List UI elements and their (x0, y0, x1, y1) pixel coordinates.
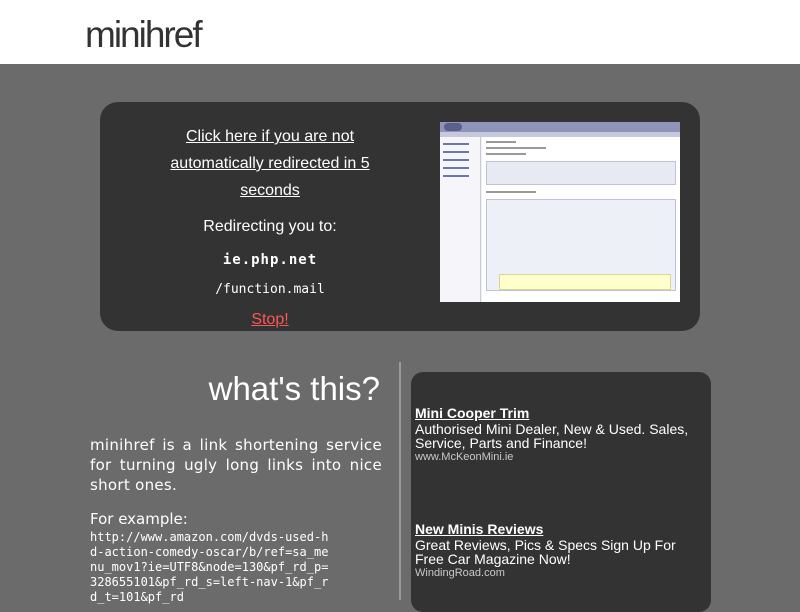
preview-sidebar (440, 137, 481, 302)
ad-text: Great Reviews, Pics & Specs Sign Up For … (415, 537, 676, 567)
column-divider (399, 362, 401, 600)
about-title: what's this? (208, 370, 380, 407)
target-path: /function.mail (215, 282, 325, 297)
ad-text: Authorised Mini Dealer, New & Used. Sale… (415, 421, 689, 451)
redirecting-label: Redirecting you to: (203, 218, 337, 235)
header: minihref (0, 0, 800, 64)
redirect-info: Click here if you are not automatically … (140, 123, 400, 329)
ad-title-link[interactable]: New Minis Reviews (415, 521, 705, 537)
stop-redirect-link[interactable]: Stop! (140, 311, 400, 329)
destination-preview-thumbnail[interactable] (440, 122, 680, 302)
preview-topbar (440, 122, 680, 132)
ad-url[interactable]: www.McKeonMini.ie (415, 451, 705, 463)
php-logo-icon (444, 123, 462, 131)
ad-title-link[interactable]: Mini Cooper Trim (415, 405, 705, 421)
manual-redirect-link[interactable]: Click here if you are not automatically … (140, 123, 400, 204)
ad-item: Mini Cooper Trim Authorised Mini Dealer,… (415, 405, 705, 463)
example-url: http://www.amazon.com/dvds-used-hd-actio… (90, 530, 329, 604)
ad-item: New Minis Reviews Great Reviews, Pics & … (415, 521, 705, 579)
preview-content (482, 137, 680, 302)
example-label: For example: (90, 510, 188, 528)
target-host: ie.php.net (222, 252, 318, 268)
site-logo[interactable]: minihref (85, 14, 203, 56)
ad-url[interactable]: WindingRoad.com (415, 567, 705, 579)
about-description: minihref is a link shortening service fo… (90, 436, 382, 494)
